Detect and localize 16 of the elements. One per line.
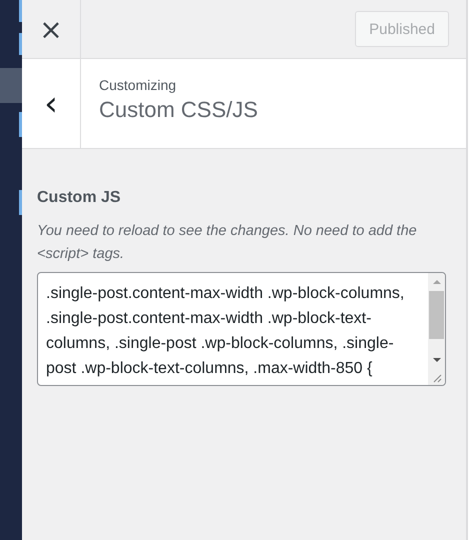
- code-textarea[interactable]: .single-post.content-max-width .wp-block-columns, .single-post.content-max-width .wp-block-text-columns, .single-post .wp-block-columns, .single-post .wp-block-text-columns, .max-width-850 {: [37, 272, 446, 386]
- menu-marker: [19, 0, 22, 22]
- scrollbar[interactable]: [428, 273, 445, 385]
- section-title: Custom CSS/JS: [99, 97, 258, 123]
- breadcrumb: Customizing: [99, 77, 178, 93]
- menu-marker: [19, 33, 22, 55]
- scroll-up-icon[interactable]: [432, 278, 442, 286]
- menu-marker: [19, 190, 22, 215]
- scroll-down-icon[interactable]: [432, 356, 442, 364]
- menu-highlight: [0, 68, 22, 103]
- control-label: Custom JS: [37, 188, 121, 206]
- description: You need to reload to see the changes. No need to add the <script> tags.: [37, 222, 418, 264]
- scrollbar-thumb[interactable]: [429, 291, 444, 339]
- menu-marker: [19, 112, 22, 137]
- close-button[interactable]: ×: [22, 0, 81, 58]
- resize-grip-icon[interactable]: [432, 373, 442, 383]
